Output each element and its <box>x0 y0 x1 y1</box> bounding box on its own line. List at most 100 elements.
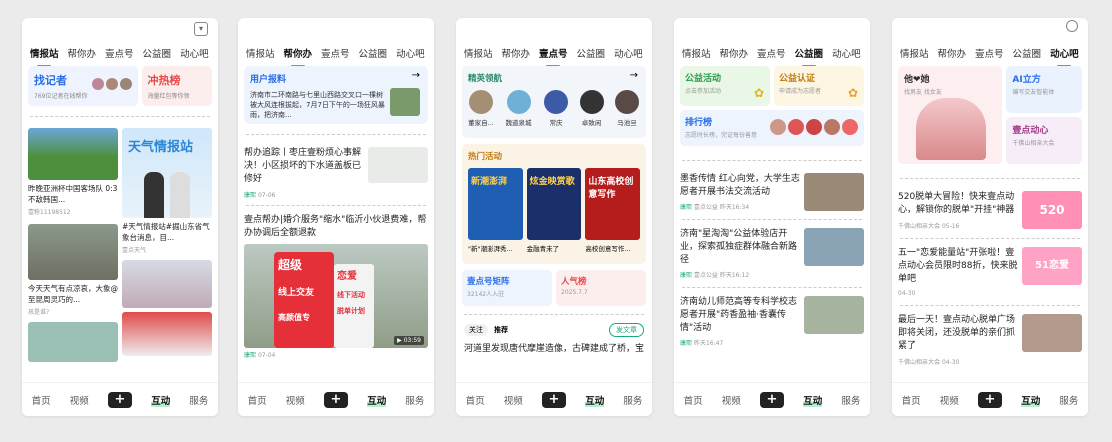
tab-yidianhao[interactable]: 壹点号 <box>539 46 568 67</box>
filter-recommend[interactable]: 推荐 <box>494 325 508 335</box>
nav-home[interactable]: 首页 <box>902 393 921 407</box>
heart-card[interactable]: 他❤她 找男友 找女友 <box>898 66 1003 164</box>
tab-dongxinba[interactable]: 动心吧 <box>614 46 643 64</box>
nav-plus-button[interactable]: + <box>978 391 1002 408</box>
tab-dongxinba[interactable]: 动心吧 <box>396 46 425 64</box>
tab-bangniban[interactable]: 帮你办 <box>284 46 312 67</box>
tab-dongxinba[interactable]: 动心吧 <box>832 46 861 64</box>
card-title[interactable]: 昨晚亚洲杯中国客场队 0:3不敌韩国... <box>28 183 118 205</box>
nav-plus-button[interactable]: + <box>324 391 348 408</box>
card-title[interactable]: 今天天气有点凉哀，大象@至昆周灵巧的... <box>28 283 118 305</box>
ai-cube-card[interactable]: AI立方 编写交友智能体 <box>1006 66 1082 113</box>
charity-activity-card[interactable]: 公益活动 点击参加活动 ✿ <box>680 66 770 106</box>
filter-follow[interactable]: 关注 <box>464 324 488 336</box>
dongxin-card[interactable]: 壹点动心 千佛山相亲大会 <box>1006 117 1082 164</box>
article-row[interactable]: 壹点帮办|婚介服务"缩水"临沂小伙退费难，帮办协调后全额退款 超级 线上交友 高… <box>238 206 434 359</box>
photo-thumbnail[interactable] <box>28 322 118 362</box>
event-row[interactable]: 最后一天！壹点动心脱单广场即将关闭，还没脱单的亲们抓紧了 千佛山相亲大会 04-3… <box>892 306 1088 366</box>
event-row[interactable]: 五一"恋爱能量站"开张啦！壹点动心会员限时88折，快来脱单吧 04-30 51恋爱 <box>892 239 1088 297</box>
poster-text: 超级 <box>278 258 303 272</box>
nav-service[interactable]: 服务 <box>405 393 424 407</box>
post-article-button[interactable]: 发文章 <box>609 323 644 337</box>
nav-video[interactable]: 视频 <box>722 393 741 407</box>
activity-card[interactable]: 新潮澎湃 "新"潮澎湃秀... <box>468 168 523 253</box>
tab-bangniban[interactable]: 帮你办 <box>720 46 749 64</box>
elite-person[interactable]: 常庆 <box>543 90 569 127</box>
activity-card[interactable]: 山东高校创意写作 高校创意写作... <box>585 168 641 253</box>
nav-service[interactable]: 服务 <box>841 393 860 407</box>
tab-gongyiquan[interactable]: 公益圈 <box>577 46 606 64</box>
ranking-card[interactable]: 排行榜 志愿时长榜，完证每份善意 <box>680 110 864 146</box>
nav-interact[interactable]: 互动 <box>367 392 387 407</box>
user-report-card[interactable]: 用户报料 → 济南市二环南路与七里山西路交叉口一棵树被大风连根拔起，7月7日下午… <box>244 66 428 124</box>
nav-service[interactable]: 服务 <box>189 393 208 407</box>
activity-card[interactable]: 炫金映赏歌 金融青未了 <box>526 168 582 253</box>
event-row[interactable]: 520脱单大冒险！快来壹点动心，解锁你的脱单"开挂"神器 千佛山相亲大会 05-1… <box>892 179 1088 230</box>
tab-dongxinba[interactable]: 动心吧 <box>1050 46 1079 67</box>
nav-plus-button[interactable]: + <box>108 391 132 408</box>
tab-gongyiquan[interactable]: 公益圈 <box>359 46 388 64</box>
tab-qingbaozhan[interactable]: 情报站 <box>246 46 275 64</box>
dongxin-title: 壹点动心 <box>1012 126 1049 136</box>
matrix-card[interactable]: 壹点号矩阵 32142人入驻 <box>462 270 552 306</box>
tab-bangniban[interactable]: 帮你办 <box>502 46 531 64</box>
video-thumbnail[interactable]: 超级 线上交友 高颜值专 恋爱 线下活动 脱单计划 ▶ 03:59 <box>244 244 428 348</box>
nav-home[interactable]: 首页 <box>466 393 485 407</box>
tab-qingbaozhan[interactable]: 情报站 <box>464 46 493 64</box>
arrow-right-icon[interactable]: → <box>412 70 420 81</box>
crowd-photo[interactable] <box>122 312 212 356</box>
weather-banner[interactable]: 天气情报站 <box>122 128 212 218</box>
nav-video[interactable]: 视频 <box>940 393 959 407</box>
nav-service[interactable]: 服务 <box>623 393 642 407</box>
news-row[interactable]: 墨香传情 红心向党，大学生志愿者开展书法交流活动 康熙 壹点公益 昨天16:34 <box>674 161 870 211</box>
poster-text: 线上交友 <box>278 288 315 298</box>
article-row[interactable]: 帮办追踪丨枣庄壹粉烦心事解决！小区损坏的下水道盖板已修好 康熙 07-06 <box>238 135 434 199</box>
tab-yidianhao[interactable]: 壹点号 <box>321 46 350 64</box>
football-photo[interactable] <box>28 128 118 180</box>
tab-gongyiquan[interactable]: 公益圈 <box>143 46 172 64</box>
elite-person[interactable]: 卓致闲 <box>577 90 607 127</box>
nav-interact[interactable]: 互动 <box>585 392 605 407</box>
event-date: 04-30 <box>941 359 960 366</box>
tab-gongyiquan[interactable]: 公益圈 <box>795 46 823 67</box>
circle-icon[interactable] <box>1066 20 1078 32</box>
nav-interact[interactable]: 互动 <box>151 392 171 407</box>
crowd-photo[interactable] <box>122 260 212 308</box>
elite-person[interactable]: 魏道泉城 <box>502 90 536 127</box>
news-row[interactable]: 济南幼儿师范高等专科学校志愿者开展"药香盈袖·香囊传情"活动 康熙 昨天16:47 <box>674 288 870 347</box>
elite-person[interactable]: 马池旦 <box>614 90 640 127</box>
tab-bangniban[interactable]: 帮你办 <box>68 46 97 64</box>
tab-gongyiquan[interactable]: 公益圈 <box>1013 46 1042 64</box>
nav-plus-button[interactable]: + <box>542 391 566 408</box>
nav-video[interactable]: 视频 <box>286 393 305 407</box>
heart-sub: 找男友 找女友 <box>904 89 942 96</box>
nav-video[interactable]: 视频 <box>504 393 523 407</box>
tab-yidianhao[interactable]: 壹点号 <box>757 46 786 64</box>
nav-interact[interactable]: 互动 <box>1021 392 1041 407</box>
elephant-photo[interactable] <box>28 224 118 280</box>
nav-home[interactable]: 首页 <box>248 393 267 407</box>
nav-home[interactable]: 首页 <box>32 393 51 407</box>
tab-dongxinba[interactable]: 动心吧 <box>180 46 209 64</box>
tab-yidianhao[interactable]: 壹点号 <box>975 46 1004 64</box>
tab-bangniban[interactable]: 帮你办 <box>938 46 967 64</box>
tab-yidianhao[interactable]: 壹点号 <box>105 46 134 64</box>
tab-qingbaozhan[interactable]: 情报站 <box>900 46 929 64</box>
charity-cert-card[interactable]: 公益认证 申请成为志愿者 ✿ <box>774 66 864 106</box>
article-title[interactable]: 河道里发现唐代摩崖造像，古碑建成了桥，宝 <box>464 343 644 356</box>
nav-video[interactable]: 视频 <box>70 393 89 407</box>
nav-plus-button[interactable]: + <box>760 391 784 408</box>
elite-person[interactable]: 董家自... <box>468 90 494 127</box>
tab-qingbaozhan[interactable]: 情报站 <box>682 46 711 64</box>
hot-list-card[interactable]: 冲热榜 海量红包等你领 <box>141 66 212 106</box>
popularity-card[interactable]: 人气榜 2025.7.7 <box>556 270 646 306</box>
news-row[interactable]: 济南"星淘淘"公益体验店开业，探索孤独症群体融合新路径 康熙 壹点公益 昨天16:… <box>674 220 870 279</box>
find-reporter-card[interactable]: 找记者 769位记者在线帮你 <box>28 66 138 106</box>
card-title[interactable]: #天气情报站#掘山东省气象台消息，目... <box>122 221 212 243</box>
calendar-icon[interactable]: ▾ <box>194 22 208 36</box>
nav-service[interactable]: 服务 <box>1059 393 1078 407</box>
nav-home[interactable]: 首页 <box>684 393 703 407</box>
arrow-right-icon[interactable]: → <box>630 70 638 81</box>
tab-qingbaozhan[interactable]: 情报站 <box>30 46 59 67</box>
nav-interact[interactable]: 互动 <box>803 392 823 407</box>
